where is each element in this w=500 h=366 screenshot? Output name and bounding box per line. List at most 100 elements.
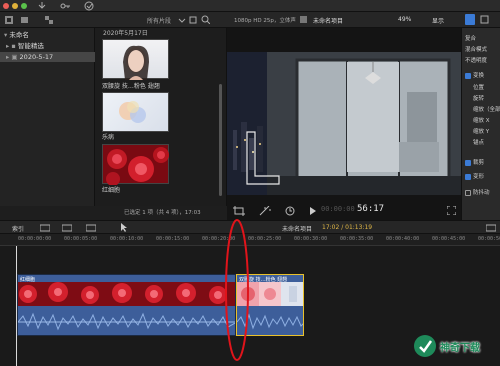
- ruler-tick-label: 00:00:45:00: [432, 236, 466, 242]
- zoom-window-button[interactable]: [21, 3, 27, 9]
- zoom-menu[interactable]: 49%: [398, 16, 411, 23]
- red-annotation-ellipse: [225, 219, 249, 361]
- smart-collections-label: 智能精选: [17, 42, 44, 50]
- inspector-row-label: 缩放（全部）: [473, 107, 500, 113]
- library-sidebar: ▾ 未命名 ▸ ▪ 智能精选 ▸ ▣ 2020-5-17: [0, 28, 95, 206]
- clip-thumbnail-3[interactable]: [102, 144, 169, 186]
- inspector-row-label: 缩放 X: [473, 118, 490, 124]
- abstract-image: [119, 101, 146, 123]
- inspector-row[interactable]: 缩放（全部）: [473, 105, 500, 113]
- ruler-tick-label: 00:00:25:00: [248, 236, 282, 242]
- search-icon[interactable]: [201, 15, 210, 24]
- checkbox-checked[interactable]: [465, 72, 471, 79]
- inspector-row-label: 旋转: [473, 96, 485, 102]
- inspector-row-label: 变换: [473, 73, 485, 79]
- inspector-row[interactable]: 锚点: [473, 138, 484, 146]
- viewer-format-label: 1080p HD 25p，立体声: [234, 18, 296, 24]
- import-icon[interactable]: [38, 2, 46, 10]
- inspector-row-label: 变形: [473, 174, 485, 180]
- inspector-row-label: 复合: [465, 36, 477, 42]
- ruler-tick-label: 00:00:35:00: [340, 236, 374, 242]
- viewer-timecode[interactable]: 56:17: [357, 204, 384, 214]
- library-label: 未命名: [9, 31, 29, 39]
- chevron-down-icon[interactable]: [178, 16, 186, 24]
- color-board-icon[interactable]: [480, 15, 489, 24]
- libraries-icon[interactable]: [4, 15, 14, 25]
- inspector-row-label: 不透明度: [465, 58, 488, 64]
- inspector-row[interactable]: 缩放 X: [473, 116, 490, 124]
- clip-appearance-icon[interactable]: [189, 16, 197, 24]
- checkbox-checked[interactable]: [465, 173, 471, 180]
- inspector-row[interactable]: 缩放 Y: [473, 127, 489, 135]
- timeline-project-name: 未命名项目: [282, 226, 313, 233]
- timeline-index-button[interactable]: 索引: [12, 224, 24, 233]
- crop-tool-icon[interactable]: [233, 206, 245, 216]
- browser-scrollbar[interactable]: [219, 84, 222, 196]
- fullscreen-icon[interactable]: [447, 206, 456, 215]
- select-tool-icon[interactable]: [120, 223, 130, 233]
- titles-generators-icon[interactable]: [44, 15, 54, 25]
- clip-1-waveform: [18, 312, 235, 331]
- inspector-toggle-button[interactable]: [465, 14, 475, 25]
- inspector-row-label: 裁剪: [473, 160, 485, 166]
- library-item-smart-collections[interactable]: ▸ ▪ 智能精选: [0, 41, 95, 51]
- inspector-row[interactable]: 位置: [473, 83, 484, 91]
- browser-date-header: 2020年5月17日: [103, 30, 148, 37]
- inspector-row[interactable]: 复合: [465, 34, 476, 42]
- display-menu[interactable]: 显示: [432, 16, 444, 25]
- timeline-appearance-icon[interactable]: [486, 224, 496, 232]
- viewer: 00:00:00 56:17: [227, 28, 461, 220]
- browser-filter-menu[interactable]: 所有片段: [147, 16, 171, 25]
- insert-clip-icon[interactable]: [62, 224, 72, 232]
- inspector-row[interactable]: 旋转: [473, 94, 484, 102]
- library-item-root[interactable]: ▾ 未命名: [0, 30, 95, 40]
- photos-audio-icon[interactable]: [20, 15, 30, 25]
- clip-label-1: 双腰旋 技…粉色 翅翘: [102, 83, 160, 90]
- key-icon[interactable]: [60, 2, 70, 10]
- close-window-button[interactable]: [3, 3, 9, 9]
- inspector-row-label: 位置: [473, 85, 485, 91]
- inspector-row-label: 缩放 Y: [473, 129, 490, 135]
- library-item-event[interactable]: ▸ ▣ 2020-5-17: [0, 52, 95, 62]
- woman-portrait-image: [123, 45, 149, 80]
- ruler-tick-label: 00:00:10:00: [110, 236, 144, 242]
- checkbox-checked[interactable]: [465, 159, 471, 166]
- clip-1-filmstrip: [18, 282, 235, 306]
- video-frame[interactable]: [227, 52, 461, 195]
- event-label: 2020-5-17: [19, 53, 54, 61]
- inspector-row[interactable]: 变换: [465, 71, 484, 79]
- timecode-prefix: 00:00:00: [321, 205, 355, 213]
- clip-thumbnail-1[interactable]: [102, 39, 169, 80]
- clip-label-3: 红细胞: [102, 187, 121, 194]
- inspector-row-label: 防抖动: [473, 190, 490, 196]
- window-titlebar: [0, 0, 500, 12]
- clip-label-2: 乐病: [102, 134, 115, 141]
- inspector-row[interactable]: 防抖动: [465, 188, 490, 196]
- checkbox-unchecked[interactable]: [465, 189, 471, 196]
- ruler-tick-label: 00:00:05:00: [64, 236, 98, 242]
- inspector-row[interactable]: 不透明度: [465, 56, 487, 64]
- timeline-clip-1[interactable]: 红细胞: [17, 274, 236, 336]
- inspector-panel: 复合混合模式不透明度变换位置旋转缩放（全部） 缩放 X 缩放 Y 锚点裁剪变形防抖动: [461, 28, 500, 220]
- background-tasks-icon[interactable]: [84, 1, 94, 11]
- inspector-row[interactable]: 变形: [465, 172, 484, 180]
- browser-status: 已选定 1 项（共 4 项），17:03: [124, 210, 201, 216]
- inspector-row-label: 混合模式: [465, 47, 488, 53]
- retime-tool-icon[interactable]: [285, 206, 297, 216]
- timeline: 红细胞 双腰旋 技…粉色 翅翘 神奇下载: [0, 219, 500, 366]
- inspector-row[interactable]: 混合模式: [465, 45, 487, 53]
- ruler-tick-label: 00:00:00:00: [18, 236, 52, 242]
- inspector-row[interactable]: 裁剪: [465, 158, 484, 166]
- clip-thumbnail-2[interactable]: [102, 92, 169, 132]
- red-blood-cells-image: [106, 147, 169, 186]
- ruler-tick-label: 00:00:40:00: [386, 236, 420, 242]
- overwrite-clip-icon[interactable]: [86, 224, 96, 232]
- append-clip-icon[interactable]: [40, 224, 50, 232]
- timeline-duration: 17:02 / 01:13:19: [322, 224, 373, 231]
- minimize-window-button[interactable]: [12, 3, 18, 9]
- clip-browser: 2020年5月17日 双腰旋 技…粉色 翅翘 乐病 红细胞 已选定 1 项（共 …: [95, 28, 227, 216]
- enhance-tool-icon[interactable]: [259, 206, 271, 216]
- video-frame-image: [227, 52, 461, 195]
- watermark-badge-icon: [414, 335, 436, 357]
- play-icon[interactable]: [309, 207, 317, 215]
